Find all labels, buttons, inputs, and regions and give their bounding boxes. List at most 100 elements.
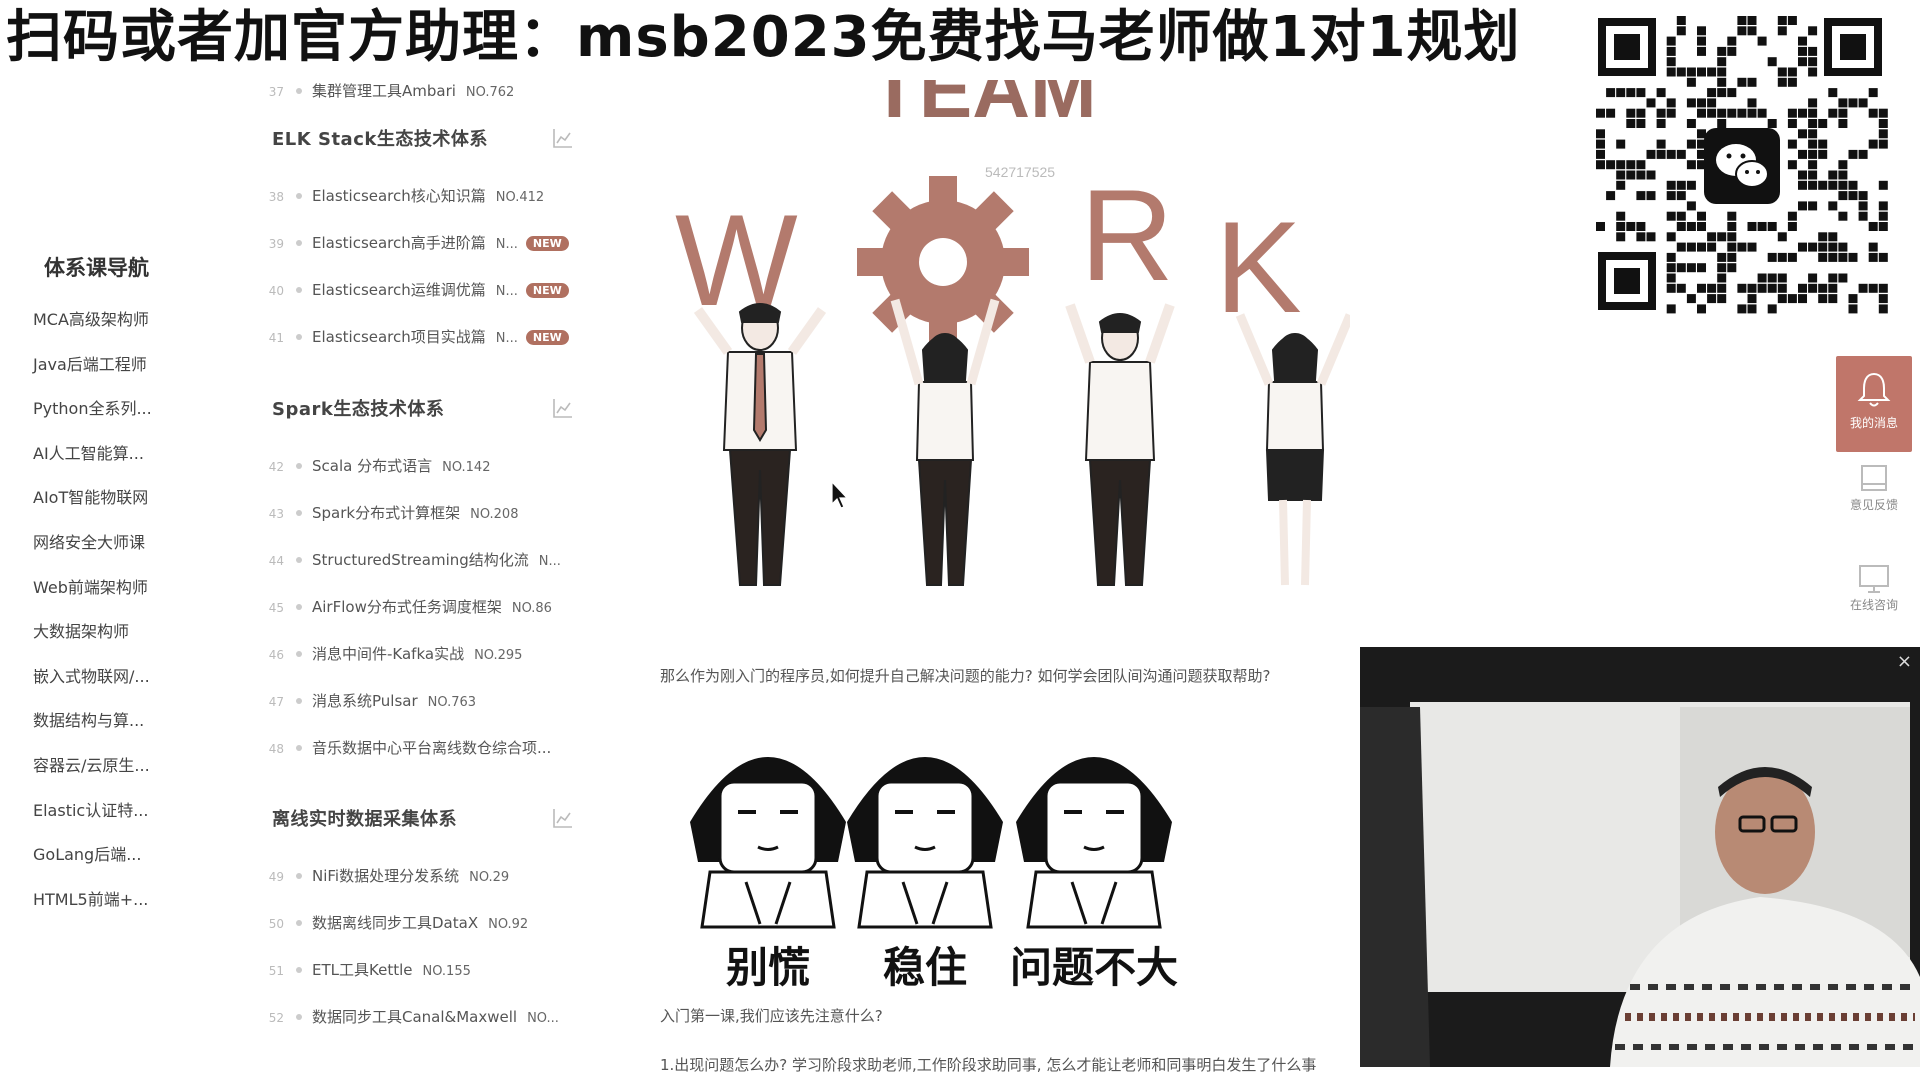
left-nav-item[interactable]: Python全系列... <box>33 397 203 442</box>
course-name: 数据离线同步工具DataX <box>312 914 479 932</box>
course-no: N... <box>538 554 561 569</box>
webcam-feed <box>1360 647 1920 1067</box>
course-num: 46 <box>268 648 284 662</box>
video-overlay[interactable]: × <box>1360 647 1920 1067</box>
course-no: NO.155 <box>422 964 471 979</box>
online-consult-label: 在线咨询 <box>1849 598 1898 612</box>
section-title: 离线实时数据采集体系 <box>272 809 457 830</box>
left-nav: 体系课导航 MCA高级架构师 Java后端工程师 Python全系列... AI人工智… <box>0 80 210 1080</box>
bullet-icon <box>296 286 302 293</box>
left-nav-item[interactable]: GoLang后端... <box>33 843 203 888</box>
course-num: 42 <box>268 460 284 474</box>
bell-icon <box>1857 372 1891 407</box>
course-item[interactable]: 41 Elasticsearch项目实战篇 N... NEW <box>260 326 585 354</box>
course-num: 52 <box>268 1011 284 1025</box>
course-item[interactable]: 40 Elasticsearch运维调优篇 N... NEW <box>260 279 585 307</box>
course-item[interactable]: 37 集群管理工具Ambari NO.762 <box>260 80 585 108</box>
course-item[interactable]: 44 StructuredStreaming结构化流 N... <box>260 549 585 577</box>
course-item[interactable]: 46 消息中间件-Kafka实战 NO.295 <box>260 643 585 671</box>
course-name: Elasticsearch核心知识篇 <box>312 187 486 205</box>
course-num: 41 <box>268 331 284 345</box>
bullet-icon <box>296 192 302 199</box>
course-num: 38 <box>268 190 284 204</box>
qr-code <box>1592 12 1892 318</box>
left-nav-item[interactable]: 嵌入式物联网/... <box>33 665 203 710</box>
close-icon[interactable]: × <box>1897 651 1912 672</box>
course-item[interactable]: 45 AirFlow分布式任务调度框架 NO.86 <box>260 596 585 624</box>
bullet-icon <box>296 1013 302 1020</box>
bullet-icon <box>296 744 302 751</box>
left-nav-item[interactable]: HTML5前端+... <box>33 888 203 933</box>
course-num: 51 <box>268 964 284 978</box>
left-nav-item[interactable]: Elastic认证特... <box>33 799 203 844</box>
course-name: ETL工具Kettle <box>312 961 413 979</box>
course-num: 48 <box>268 742 284 756</box>
course-item[interactable]: 51 ETL工具Kettle NO.155 <box>260 959 585 987</box>
messages-button[interactable]: 我的消息 <box>1836 356 1912 452</box>
course-no: NO.86 <box>511 601 552 616</box>
article-question-2: 入门第一课,我们应该先注意什么? <box>660 1007 883 1025</box>
course-item[interactable]: 50 数据离线同步工具DataX NO.92 <box>260 912 585 940</box>
side-toolbar: 我的消息 意见反馈 在线咨询 <box>1836 356 1912 652</box>
course-item[interactable]: 48 音乐数据中心平台离线数仓综合项... <box>260 737 585 765</box>
teamwork-illustration: TEAM 542717525 W R K <box>675 80 1350 586</box>
course-item[interactable]: 49 NiFi数据处理分发系统 NO.29 <box>260 865 585 893</box>
bullet-icon <box>296 919 302 926</box>
course-name: StructuredStreaming结构化流 <box>312 551 529 569</box>
meme-face-icon <box>1016 757 1172 929</box>
banner-text: 扫码或者加官方助理：msb2023免费找马老师做1对1规划 <box>6 5 1521 70</box>
monitor-icon <box>1859 565 1889 593</box>
work-letter-r: R <box>1080 162 1174 308</box>
left-nav-item[interactable]: Java后端工程师 <box>33 353 203 398</box>
course-no: NO.763 <box>427 695 477 710</box>
left-nav-item[interactable]: 容器云/云原生... <box>33 754 203 799</box>
watermark-text: 542717525 <box>985 164 1055 180</box>
course-no: NO.412 <box>495 190 545 205</box>
course-no: NO.295 <box>474 648 523 663</box>
left-nav-item[interactable]: AIoT智能物联网 <box>33 486 203 531</box>
new-badge: NEW <box>525 330 569 345</box>
course-item[interactable]: 39 Elasticsearch高手进阶篇 N... NEW <box>260 232 585 260</box>
course-name: 数据同步工具Canal&Maxwell <box>312 1008 518 1026</box>
left-nav-item[interactable]: 数据结构与算... <box>33 709 203 754</box>
course-no: NO.762 <box>465 85 515 100</box>
course-num: 47 <box>268 695 284 709</box>
meme-face-icon <box>690 757 846 929</box>
course-name: 音乐数据中心平台离线数仓综合项... <box>312 739 552 757</box>
left-nav-item[interactable]: 网络安全大师课 <box>33 531 203 576</box>
course-num: 45 <box>268 601 284 615</box>
left-nav-item[interactable]: Web前端架构师 <box>33 576 203 621</box>
section-title: ELK Stack生态技术体系 <box>272 129 488 150</box>
feedback-icon <box>1861 465 1887 491</box>
course-name: Spark分布式计算框架 <box>312 504 461 522</box>
new-badge: NEW <box>525 236 569 251</box>
course-name: 消息系统Pulsar <box>312 692 418 710</box>
new-badge: NEW <box>525 283 569 298</box>
course-item[interactable]: 43 Spark分布式计算框架 NO.208 <box>260 502 585 530</box>
meme-caption-1: 别慌 <box>726 943 810 992</box>
course-item[interactable]: 47 消息系统Pulsar NO.763 <box>260 690 585 718</box>
course-no: NO.142 <box>442 460 491 475</box>
left-nav-list: MCA高级架构师 Java后端工程师 Python全系列... AI人工智能算... A… <box>33 308 203 932</box>
team-text: TEAM <box>870 80 1097 134</box>
left-nav-item[interactable]: 大数据架构师 <box>33 620 203 665</box>
course-name: Elasticsearch项目实战篇 <box>312 328 486 346</box>
online-consult-button[interactable]: 在线咨询 <box>1836 552 1912 652</box>
chart-icon[interactable] <box>552 127 574 149</box>
course-name: Elasticsearch运维调优篇 <box>312 281 486 299</box>
course-item[interactable]: 42 Scala 分布式语言 NO.142 <box>260 455 585 483</box>
course-num: 43 <box>268 507 284 521</box>
qr-code-image <box>1592 12 1892 318</box>
meme-image: 别慌 稳住 问题不大 <box>690 757 1178 992</box>
course-no: NO.29 <box>469 870 510 885</box>
chart-icon[interactable] <box>552 397 574 419</box>
chart-icon[interactable] <box>552 807 574 829</box>
left-nav-item[interactable]: AI人工智能算... <box>33 442 203 487</box>
course-name: 集群管理工具Ambari <box>312 82 456 100</box>
course-item[interactable]: 38 Elasticsearch核心知识篇 NO.412 <box>260 185 585 213</box>
bullet-icon <box>296 650 302 657</box>
course-no: NO.208 <box>470 507 519 522</box>
feedback-button[interactable]: 意见反馈 <box>1836 452 1912 552</box>
course-item[interactable]: 52 数据同步工具Canal&Maxwell NO... <box>260 1006 585 1034</box>
left-nav-item[interactable]: MCA高级架构师 <box>33 308 203 353</box>
